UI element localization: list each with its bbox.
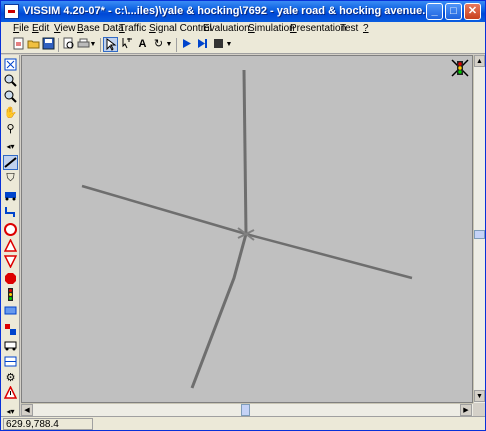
text-icon[interactable]: A bbox=[135, 37, 150, 52]
play-icon[interactable] bbox=[179, 37, 194, 52]
step-icon[interactable] bbox=[195, 37, 210, 52]
priority-rule-icon[interactable] bbox=[3, 255, 18, 270]
menu-edit[interactable]: Edit bbox=[32, 23, 49, 34]
scroll-arrows-icon[interactable]: ◂▾ bbox=[3, 139, 18, 154]
menu-bar: File Edit View Base Data Traffic Signal … bbox=[1, 22, 485, 36]
link-east bbox=[245, 232, 413, 280]
link-north bbox=[242, 69, 248, 235]
network-canvas[interactable] bbox=[21, 55, 473, 403]
signal-status-icon[interactable] bbox=[450, 58, 470, 78]
route-icon[interactable] bbox=[3, 205, 18, 220]
menu-simulation[interactable]: Simulation bbox=[248, 23, 295, 34]
vertical-scrollbar[interactable]: ▲ ▼ bbox=[473, 55, 485, 403]
menu-view[interactable]: View bbox=[54, 23, 76, 34]
new-file-icon[interactable] bbox=[11, 37, 26, 52]
save-icon[interactable] bbox=[41, 37, 56, 52]
menu-base-data[interactable]: Base Data bbox=[77, 23, 124, 34]
node-icon[interactable] bbox=[3, 355, 18, 370]
select-cursor-icon[interactable] bbox=[103, 37, 118, 52]
detector-icon[interactable] bbox=[3, 304, 18, 319]
menu-traffic[interactable]: Traffic bbox=[119, 23, 146, 34]
print-preview-icon[interactable] bbox=[61, 37, 76, 52]
warning-icon[interactable] bbox=[3, 385, 18, 401]
bus-icon[interactable] bbox=[3, 189, 18, 204]
scroll-down-arrow-icon[interactable]: ▼ bbox=[474, 390, 485, 402]
print-dropdown-icon[interactable]: ▼ bbox=[89, 37, 97, 52]
scroll-right-arrow-icon[interactable]: ▶ bbox=[460, 404, 472, 416]
window-title: VISSIM 4.20-07* - c:\...iles)\yale & hoc… bbox=[23, 5, 442, 17]
rotate-icon[interactable]: ↻ bbox=[151, 37, 166, 52]
transit-stop-icon[interactable] bbox=[3, 323, 18, 338]
speed-limit-icon[interactable] bbox=[3, 223, 18, 238]
main-toolbar: ▼ A ↻ ▼ ▼ bbox=[1, 36, 485, 54]
data-collection-icon[interactable]: ⚙ bbox=[3, 371, 18, 386]
vissim-app-icon[interactable] bbox=[4, 4, 19, 19]
menu-file[interactable]: File bbox=[13, 23, 29, 34]
links-icon[interactable] bbox=[3, 155, 18, 170]
link-west bbox=[81, 184, 247, 236]
signal-head-icon[interactable] bbox=[3, 288, 18, 303]
vehicle-input-icon[interactable]: ⛉ bbox=[3, 171, 18, 186]
tool-palette: ✋ ⚲ ◂▾ ⛉ ⚙ ◂▾ bbox=[1, 55, 20, 419]
reduced-speed-icon[interactable] bbox=[3, 238, 18, 254]
zoom-cursor-icon[interactable] bbox=[119, 37, 134, 52]
title-bar[interactable]: VISSIM 4.20-07* - c:\...iles)\yale & hoc… bbox=[1, 1, 485, 22]
horizontal-scroll-thumb[interactable] bbox=[241, 404, 250, 416]
menu-evaluation[interactable]: Evaluation bbox=[203, 23, 250, 34]
maximize-button[interactable]: □ bbox=[445, 3, 462, 20]
horizontal-scrollbar[interactable]: ◀ ▶ bbox=[21, 403, 473, 416]
close-button[interactable]: ✕ bbox=[464, 3, 481, 20]
status-bar: 629.9,788.4 bbox=[1, 416, 485, 430]
zoom-in-icon[interactable] bbox=[3, 74, 18, 89]
menu-presentation[interactable]: Presentation bbox=[290, 23, 346, 34]
stop-sign-icon[interactable] bbox=[3, 272, 18, 287]
scrollbar-corner bbox=[473, 403, 485, 416]
scroll-left-arrow-icon[interactable]: ◀ bbox=[21, 404, 33, 416]
link-south bbox=[190, 233, 248, 389]
minimize-button[interactable]: _ bbox=[426, 3, 443, 20]
stop-dropdown-icon[interactable]: ▼ bbox=[225, 37, 233, 52]
open-folder-icon[interactable] bbox=[26, 37, 41, 52]
zoom-fit-icon[interactable] bbox=[3, 58, 18, 73]
vertical-scroll-thumb[interactable] bbox=[474, 230, 485, 239]
menu-help[interactable]: ? bbox=[363, 23, 369, 34]
scroll-up-arrow-icon[interactable]: ▲ bbox=[474, 55, 485, 67]
network-view bbox=[81, 69, 413, 389]
transit-line-icon[interactable] bbox=[3, 339, 18, 354]
stop-icon[interactable] bbox=[211, 37, 226, 52]
pan-hand-icon[interactable]: ✋ bbox=[3, 106, 18, 121]
rotate-view-icon[interactable]: ⚲ bbox=[3, 122, 18, 137]
rotate-dropdown-icon[interactable]: ▼ bbox=[165, 37, 173, 52]
vissim-window: VISSIM 4.20-07* - c:\...iles)\yale & hoc… bbox=[0, 0, 486, 431]
zoom-out-icon[interactable] bbox=[3, 90, 18, 105]
cursor-coordinates: 629.9,788.4 bbox=[3, 418, 93, 430]
menu-test[interactable]: Test bbox=[340, 23, 358, 34]
